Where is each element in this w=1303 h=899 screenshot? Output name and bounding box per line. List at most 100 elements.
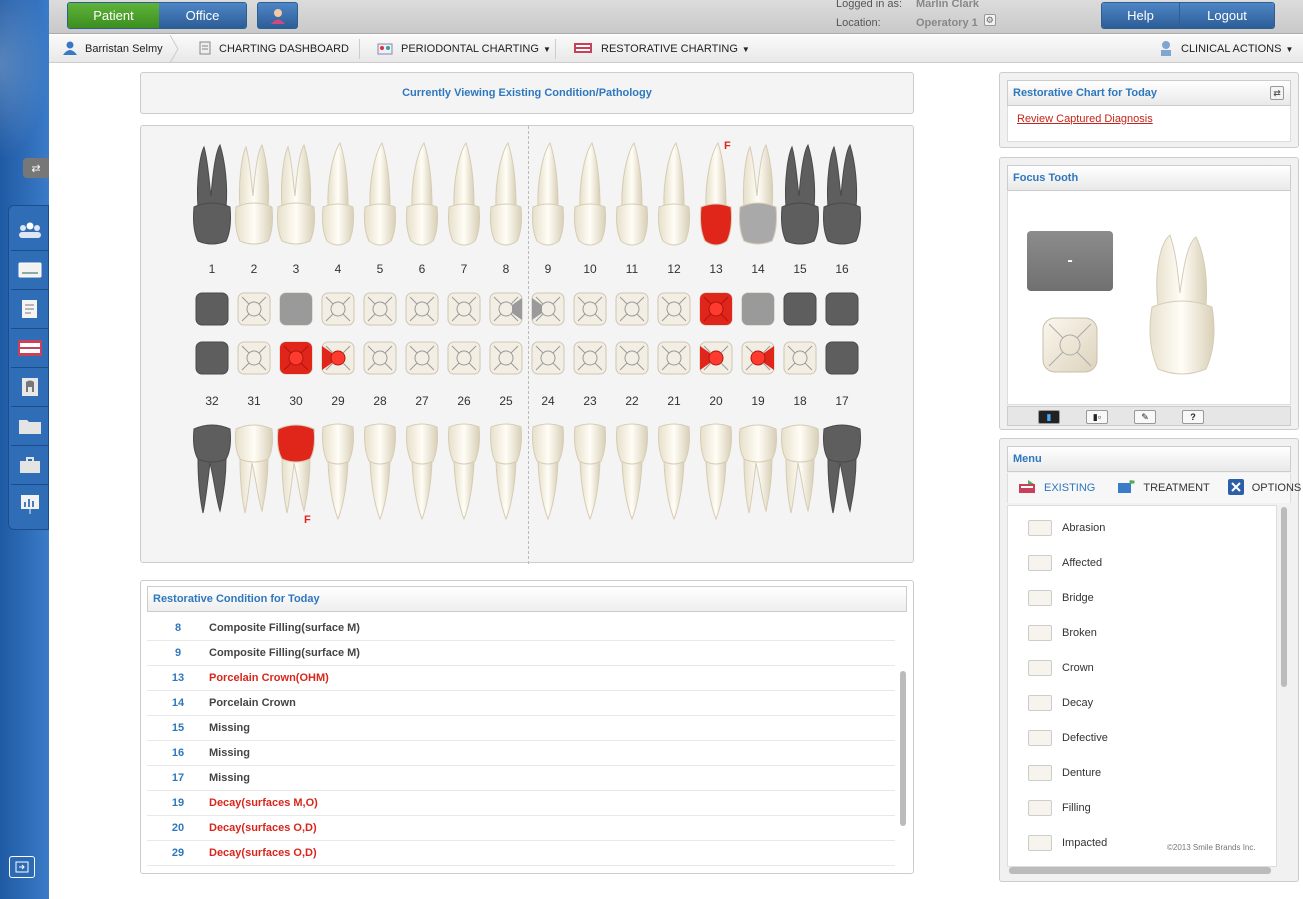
conditions-scroll-thumb[interactable] — [900, 671, 906, 826]
lower-tooth-23[interactable] — [570, 419, 610, 529]
lower-tooth-20[interactable] — [696, 419, 736, 529]
tab-treatment[interactable]: TREATMENT — [1117, 479, 1210, 497]
lower-tooth-17[interactable] — [822, 419, 862, 529]
lower-tooth-number[interactable]: 30 — [276, 394, 316, 408]
xray-view-icon[interactable]: ▮ — [1038, 410, 1060, 424]
lower-occlusal-surface[interactable] — [615, 341, 649, 375]
upper-tooth-7[interactable] — [444, 141, 484, 251]
lower-occlusal-26[interactable] — [447, 341, 481, 375]
lower-tooth[interactable] — [486, 419, 526, 534]
lower-occlusal-31[interactable] — [237, 341, 271, 375]
lower-tooth[interactable] — [780, 419, 820, 534]
upper-tooth-6[interactable] — [402, 141, 442, 251]
lower-tooth-21[interactable] — [654, 419, 694, 529]
upper-occlusal-surface[interactable] — [237, 292, 271, 326]
condition-row[interactable]: 9 Composite Filling(surface M) — [147, 641, 895, 666]
lower-tooth-32[interactable] — [192, 419, 232, 529]
lower-tooth[interactable] — [234, 419, 274, 534]
lower-occlusal-surface[interactable] — [825, 341, 859, 375]
conditions-scrollbar[interactable] — [898, 616, 908, 868]
upper-tooth-8[interactable] — [486, 141, 526, 251]
user-switch-button[interactable] — [257, 2, 298, 29]
lower-occlusal-surface[interactable] — [447, 341, 481, 375]
logout-button[interactable]: Logout — [1180, 3, 1274, 28]
lower-occlusal-surface[interactable] — [573, 341, 607, 375]
lower-occlusal-29[interactable] — [321, 341, 355, 375]
upper-tooth-4[interactable] — [318, 141, 358, 251]
lower-tooth-number[interactable]: 18 — [780, 394, 820, 408]
upper-occlusal-surface[interactable] — [447, 292, 481, 326]
upper-occlusal-surface[interactable] — [699, 292, 733, 326]
upper-tooth-13[interactable] — [696, 141, 736, 251]
upper-occlusal-8[interactable] — [489, 292, 523, 326]
lower-tooth-31[interactable] — [234, 419, 274, 529]
upper-tooth-2[interactable] — [234, 141, 274, 251]
upper-tooth-number[interactable]: 8 — [486, 262, 526, 276]
upper-tooth[interactable] — [780, 141, 820, 256]
upper-tooth[interactable] — [696, 141, 736, 256]
edit-notes-icon[interactable]: ✎ — [1134, 410, 1156, 424]
upper-occlusal-surface[interactable] — [321, 292, 355, 326]
upper-tooth-11[interactable] — [612, 141, 652, 251]
condition-row[interactable]: 19 Decay(surfaces M,O) — [147, 791, 895, 816]
upper-tooth[interactable] — [654, 141, 694, 256]
refresh-icon[interactable]: ⇄ — [1270, 86, 1284, 100]
upper-tooth[interactable] — [276, 141, 316, 256]
upper-occlusal-surface[interactable] — [615, 292, 649, 326]
upper-tooth[interactable] — [444, 141, 484, 256]
lower-tooth[interactable] — [654, 419, 694, 534]
upper-occlusal-surface[interactable] — [279, 292, 313, 326]
lower-tooth-number[interactable]: 22 — [612, 394, 652, 408]
lower-tooth-number[interactable]: 21 — [654, 394, 694, 408]
lower-occlusal-surface[interactable] — [321, 341, 355, 375]
lower-tooth[interactable] — [738, 419, 778, 534]
lower-occlusal-24[interactable] — [531, 341, 565, 375]
lower-tooth-number[interactable]: 28 — [360, 394, 400, 408]
lower-occlusal-surface[interactable] — [531, 341, 565, 375]
lower-tooth-25[interactable] — [486, 419, 526, 529]
upper-tooth[interactable] — [570, 141, 610, 256]
lower-tooth[interactable] — [822, 419, 862, 534]
upper-occlusal-2[interactable] — [237, 292, 271, 326]
lower-tooth-26[interactable] — [444, 419, 484, 529]
lower-occlusal-20[interactable] — [699, 341, 733, 375]
upper-tooth-number[interactable]: 2 — [234, 262, 274, 276]
upper-tooth-number[interactable]: 9 — [528, 262, 568, 276]
upper-occlusal-surface[interactable] — [195, 292, 229, 326]
upper-tooth[interactable] — [486, 141, 526, 256]
lower-occlusal-18[interactable] — [783, 341, 817, 375]
notes-icon[interactable] — [17, 296, 43, 322]
upper-tooth-3[interactable] — [276, 141, 316, 251]
focus-occlusal-view[interactable] — [1041, 316, 1099, 379]
lower-tooth[interactable] — [192, 419, 232, 534]
lower-occlusal-surface[interactable] — [699, 341, 733, 375]
lower-occlusal-22[interactable] — [615, 341, 649, 375]
upper-tooth-10[interactable] — [570, 141, 610, 251]
folder-icon[interactable] — [17, 413, 43, 439]
report-icon[interactable] — [17, 491, 43, 517]
upper-occlusal-surface[interactable] — [573, 292, 607, 326]
lower-occlusal-surface[interactable] — [657, 341, 691, 375]
upper-tooth-5[interactable] — [360, 141, 400, 251]
upper-tooth-15[interactable] — [780, 141, 820, 251]
nav-restorative-charting[interactable]: RESTORATIVE CHARTING ▼ — [573, 35, 750, 63]
lower-tooth-18[interactable] — [780, 419, 820, 529]
upper-occlusal-surface[interactable] — [783, 292, 817, 326]
lower-occlusal-28[interactable] — [363, 341, 397, 375]
lower-tooth-number[interactable]: 25 — [486, 394, 526, 408]
focus-tooth-selector[interactable]: - — [1027, 231, 1113, 291]
menu-item[interactable]: Crown — [1008, 650, 1276, 685]
tooth-chart-icon[interactable] — [17, 335, 43, 361]
lower-occlusal-surface[interactable] — [741, 341, 775, 375]
upper-occlusal-surface[interactable] — [741, 292, 775, 326]
upper-occlusal-4[interactable] — [321, 292, 355, 326]
menu-horizontal-scrollbar[interactable] — [1009, 867, 1271, 874]
lower-tooth-number[interactable]: 23 — [570, 394, 610, 408]
upper-occlusal-6[interactable] — [405, 292, 439, 326]
menu-item[interactable]: Filling — [1008, 790, 1276, 825]
conditions-list[interactable]: 8 Composite Filling(surface M) 9 Composite … — [147, 616, 895, 868]
upper-tooth-16[interactable] — [822, 141, 862, 251]
condition-row[interactable]: 20 Decay(surfaces O,D) — [147, 816, 895, 841]
lower-tooth-number[interactable]: 20 — [696, 394, 736, 408]
upper-tooth-number[interactable]: 16 — [822, 262, 862, 276]
